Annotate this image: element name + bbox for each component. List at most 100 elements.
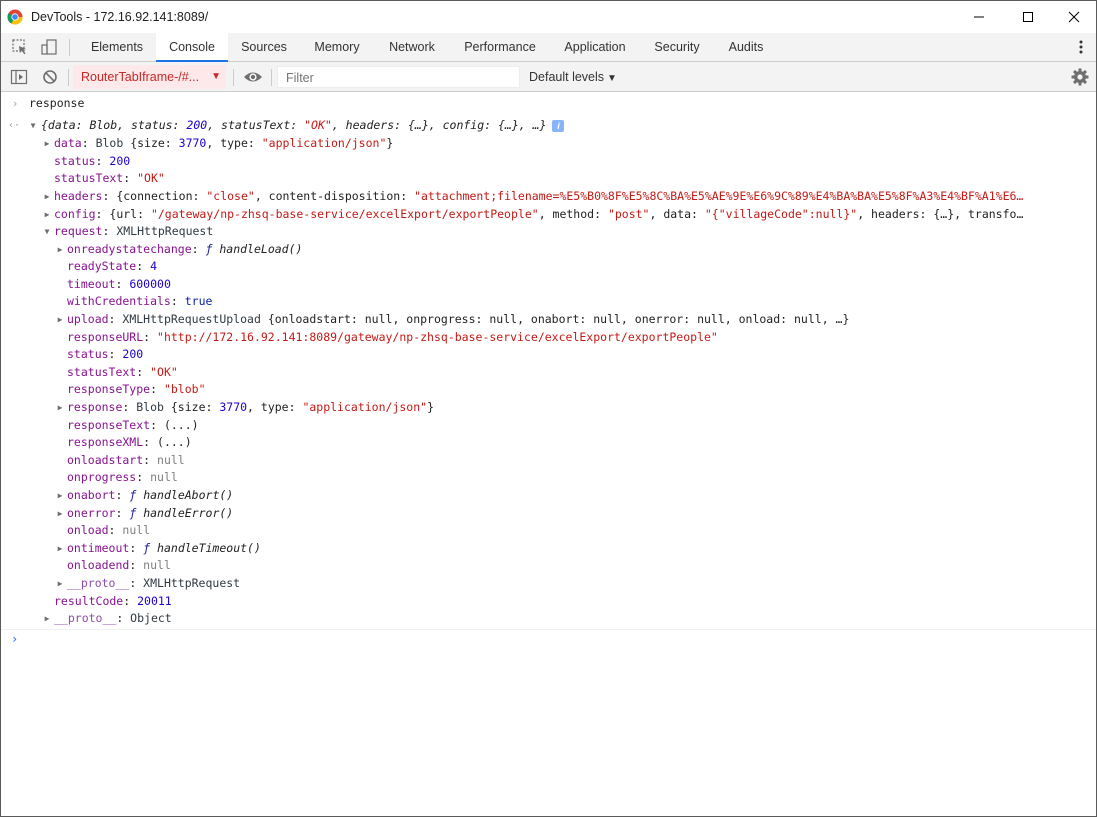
tab-performance[interactable]: Performance	[454, 33, 546, 61]
tree-row-config[interactable]: ▶ config: {url: "/gateway/np-zhsq-base-s…	[1, 206, 1096, 223]
tree-row-onabort[interactable]: ▶ onabort: ƒ handleAbort()	[1, 487, 1096, 504]
collapsed-triangle-icon[interactable]: ▶	[55, 241, 65, 258]
tree-row-proto[interactable]: ▶ __proto__: Object	[1, 610, 1096, 627]
toolbar-divider	[271, 69, 272, 86]
log-levels-dropdown[interactable]: Default levels ▼	[529, 62, 617, 92]
expanded-triangle-icon[interactable]: ▼	[42, 223, 52, 240]
function-icon: ƒ	[143, 541, 151, 555]
close-icon	[1068, 11, 1080, 23]
more-options-button[interactable]	[1071, 37, 1091, 57]
tree-row-request[interactable]: ▼ request: XMLHttpRequest	[1, 223, 1096, 240]
prop-number: 200	[122, 347, 144, 361]
console-divider	[1, 629, 1096, 630]
close-button[interactable]	[1051, 1, 1097, 33]
collapsed-triangle-icon[interactable]: ▶	[55, 575, 65, 592]
tree-row-onerror[interactable]: ▶ onerror: ƒ handleError()	[1, 505, 1096, 522]
tree-row-readystate: readyState: 4	[67, 259, 158, 273]
maximize-button[interactable]	[1005, 1, 1051, 33]
prop-null: null	[143, 558, 171, 572]
tab-memory[interactable]: Memory	[303, 33, 371, 61]
tree-row-response[interactable]: ▶ response: Blob {size: 3770, type: "app…	[1, 399, 1096, 416]
tree-row-request-proto[interactable]: ▶ __proto__: XMLHttpRequest	[1, 575, 1096, 592]
tab-security[interactable]: Security	[644, 33, 710, 61]
eye-icon	[244, 72, 262, 82]
prop-null: null	[150, 470, 178, 484]
prop-null: null	[122, 523, 151, 537]
tree-row-statustext: statusText: "OK"	[54, 171, 165, 185]
minimize-button[interactable]	[956, 1, 1002, 33]
tree-row-headers[interactable]: ▶ headers: {connection: "close", content…	[1, 188, 1096, 205]
prop-getter[interactable]: (...)	[164, 418, 199, 432]
prop-text: , content-disposition:	[254, 189, 415, 203]
collapsed-triangle-icon[interactable]: ▶	[42, 610, 52, 627]
summary-mid: , statusText:	[207, 118, 305, 132]
prop-type: Blob	[136, 400, 164, 414]
prop-text: , headers: {…}, transfo…	[857, 207, 1024, 221]
sidebar-toggle-button[interactable]	[9, 67, 29, 87]
tab-elements[interactable]: Elements	[81, 33, 153, 61]
prop-text: }	[386, 136, 394, 150]
tab-application[interactable]: Application	[554, 33, 636, 61]
prop-number: 200	[109, 154, 131, 168]
result-return-icon: ‹·	[7, 120, 21, 131]
prop-function: handleAbort()	[143, 488, 234, 502]
prop-number: 3770	[178, 136, 207, 150]
collapsed-triangle-icon[interactable]: ▶	[55, 311, 65, 328]
prop-boolean: true	[184, 294, 213, 308]
collapsed-triangle-icon[interactable]: ▶	[42, 188, 52, 205]
prop-string: "OK"	[150, 365, 178, 379]
collapsed-triangle-icon[interactable]: ▶	[55, 505, 65, 522]
prop-key: __proto__	[54, 611, 117, 625]
function-icon: ƒ	[205, 242, 213, 256]
tree-row-status: status: 200	[54, 154, 131, 168]
prop-value: XMLHttpRequest	[143, 576, 241, 590]
console-settings-button[interactable]	[1070, 67, 1090, 87]
prop-string: "http://172.16.92.141:8089/gateway/np-zh…	[157, 330, 718, 344]
info-icon: i	[552, 119, 565, 132]
collapsed-triangle-icon[interactable]: ▶	[55, 487, 65, 504]
clear-console-icon	[43, 70, 57, 84]
prop-key: responseText	[67, 418, 151, 432]
chevron-right-icon: ›	[11, 97, 19, 110]
device-toolbar-button[interactable]	[39, 37, 59, 57]
collapsed-triangle-icon[interactable]: ▶	[55, 399, 65, 416]
prop-key: responseXML	[67, 435, 144, 449]
prop-text: {size:	[163, 400, 220, 414]
collapsed-triangle-icon[interactable]: ▶	[42, 206, 52, 223]
tree-row-data[interactable]: ▶ data: Blob {size: 3770, type: "applica…	[1, 135, 1096, 152]
tab-console[interactable]: Console	[156, 33, 228, 62]
console-prompt[interactable]: ›	[11, 632, 18, 646]
filter-input[interactable]: Filter	[277, 66, 520, 88]
tree-row-responsexml[interactable]: responseXML: (...)	[1, 434, 1096, 451]
tab-sources[interactable]: Sources	[231, 33, 297, 61]
chrome-logo-icon	[7, 9, 23, 25]
tree-row-onreadystatechange[interactable]: ▶ onreadystatechange: ƒ handleLoad()	[1, 241, 1096, 258]
tree-row-responseurl: responseURL: "http://172.16.92.141:8089/…	[67, 330, 718, 344]
prop-type: Blob	[95, 136, 124, 150]
result-summary-row[interactable]: ‹· ▼ {data: Blob, status: 200, statusTex…	[1, 117, 1096, 134]
prop-key: onreadystatechange	[67, 242, 192, 256]
tree-row-upload[interactable]: ▶ upload: XMLHttpRequestUpload {onloadst…	[1, 311, 1096, 328]
prop-number: 3770	[219, 400, 248, 414]
tree-row-ontimeout[interactable]: ▶ ontimeout: ƒ handleTimeout()	[1, 540, 1096, 557]
live-expression-button[interactable]	[243, 67, 263, 87]
context-selector-label: RouterTabIframe-/#...	[81, 70, 200, 84]
context-selector[interactable]: RouterTabIframe-/#... ▼	[73, 65, 226, 89]
prop-getter[interactable]: (...)	[157, 435, 192, 449]
expanded-triangle-icon[interactable]: ▼	[28, 117, 38, 134]
prompt-chevron-icon: ›	[11, 632, 19, 646]
inspect-element-button[interactable]	[10, 37, 30, 57]
prop-null: null	[157, 453, 185, 467]
tree-row-responsetext[interactable]: responseText: (...)	[1, 417, 1096, 434]
collapsed-triangle-icon[interactable]: ▶	[55, 540, 65, 557]
prop-key: responseType	[67, 382, 151, 396]
prop-key: upload	[67, 312, 109, 326]
clear-console-button[interactable]	[40, 67, 60, 87]
tab-network[interactable]: Network	[378, 33, 446, 61]
prop-number: 4	[150, 259, 158, 273]
collapsed-triangle-icon[interactable]: ▶	[42, 135, 52, 152]
tab-audits[interactable]: Audits	[717, 33, 775, 61]
prop-key: response	[67, 400, 123, 414]
more-vert-icon	[1079, 40, 1083, 54]
tree-row-onprogress: onprogress: null	[67, 470, 178, 484]
